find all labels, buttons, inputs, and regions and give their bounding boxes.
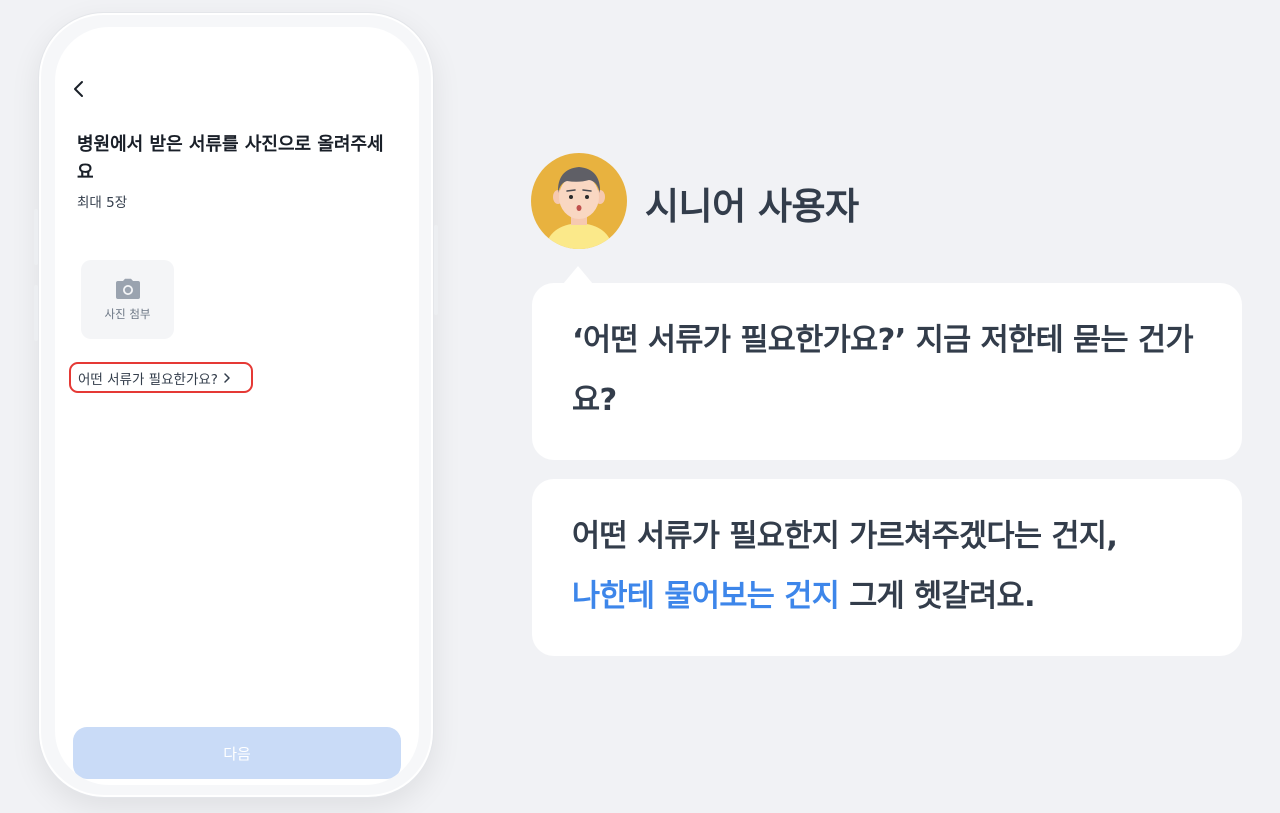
speech-bubble-tail: [563, 266, 593, 284]
speech-bubble-tail-text: 그게 헷갈려요.: [839, 579, 1035, 614]
speech-bubble-question-text: ‘어떤 서류가 필요한가요?’ 지금 저한테 묻는 건가요?: [572, 323, 1194, 418]
chevron-right-icon: [224, 372, 230, 383]
back-button[interactable]: [67, 77, 91, 101]
speech-bubble-question: ‘어떤 서류가 필요한가요?’ 지금 저한테 묻는 건가요?: [532, 283, 1242, 460]
power-button: [434, 225, 438, 315]
volume-up-button: [34, 209, 38, 265]
persona-label: 시니어 사용자: [645, 185, 859, 228]
senior-user-avatar: [531, 153, 627, 249]
phone-screen: 병원에서 받은 서류를 사진으로 올려주세요 최대 5장 사진 첨부 어떤 서류…: [55, 27, 419, 785]
chevron-left-icon: [74, 81, 83, 97]
camera-icon: [115, 278, 140, 299]
next-button[interactable]: 다음: [73, 727, 401, 779]
required-documents-link-label: 어떤 서류가 필요한가요?: [78, 371, 218, 388]
speech-bubble-confusion-text: 어떤 서류가 필요한지 가르쳐주겠다는 건지,: [572, 519, 1118, 554]
photo-attach-label: 사진 첨부: [104, 306, 151, 321]
page-subtitle: 최대 5장: [77, 195, 128, 211]
photo-attach-button[interactable]: 사진 첨부: [81, 260, 174, 339]
page-title: 병원에서 받은 서류를 사진으로 올려주세요: [77, 134, 384, 183]
speech-bubble-confusion: 어떤 서류가 필요한지 가르쳐주겠다는 건지, 나한테 물어보는 건지 그게 헷…: [532, 479, 1242, 656]
volume-down-button: [34, 285, 38, 341]
required-documents-link[interactable]: 어떤 서류가 필요한가요?: [69, 362, 253, 393]
phone-mockup: 병원에서 받은 서류를 사진으로 올려주세요 최대 5장 사진 첨부 어떤 서류…: [34, 12, 438, 798]
speech-bubble-highlight-text: 나한테 물어보는 건지: [572, 579, 840, 614]
